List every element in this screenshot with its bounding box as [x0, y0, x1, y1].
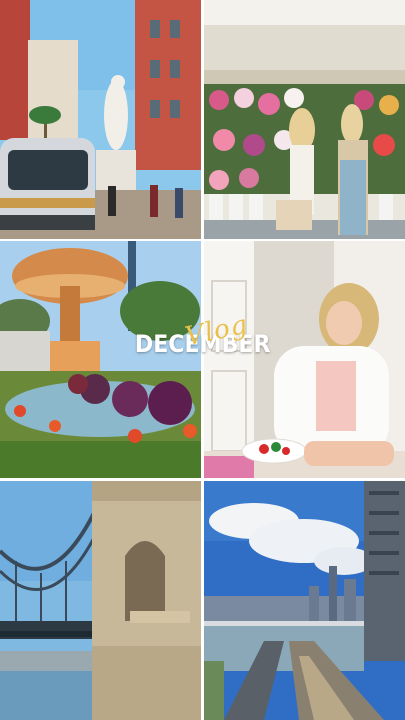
photo-flower-market	[204, 0, 405, 239]
photo-carousel-garden	[0, 241, 201, 478]
photo-woman-fruit-plate	[204, 241, 405, 478]
photo-city-skyline-river	[204, 481, 405, 720]
photo-chain-bridge	[0, 481, 201, 720]
vlog-collage: DECEMBER Vlog	[0, 0, 405, 720]
photo-tram-statue-square	[0, 0, 201, 239]
